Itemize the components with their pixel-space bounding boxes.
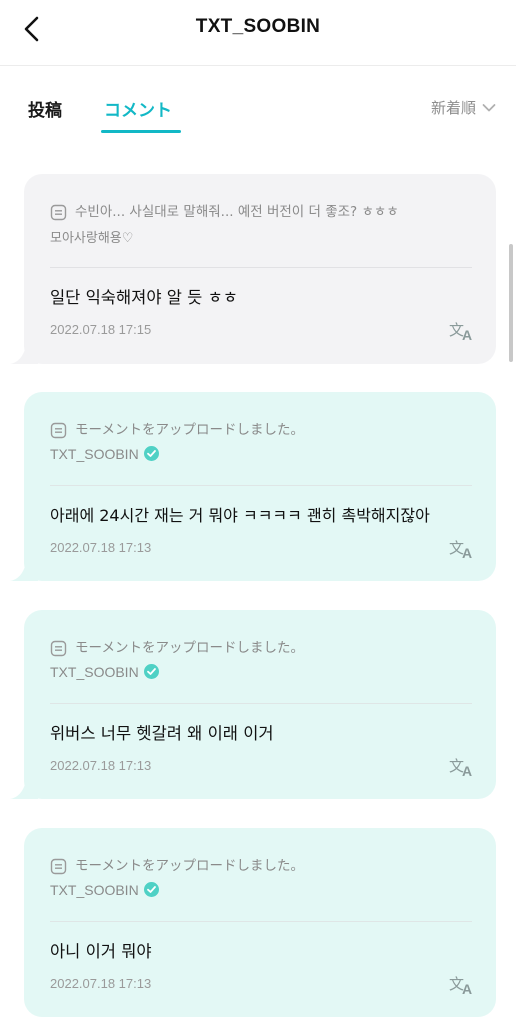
divider xyxy=(50,267,472,268)
page-title: TXT_SOOBIN xyxy=(195,16,321,37)
bubble-tail xyxy=(10,563,38,581)
referenced-post[interactable]: モーメントをアップロードしました。 xyxy=(50,854,472,878)
divider xyxy=(50,921,472,922)
comment-text: 아니 이거 뭐야 xyxy=(50,942,152,961)
bubble-tail xyxy=(10,781,38,799)
referenced-post-text: モーメントをアップロードしました。 xyxy=(75,422,304,438)
post-icon xyxy=(50,640,67,656)
svg-text:A: A xyxy=(462,545,472,560)
tab-comments[interactable]: コメント xyxy=(104,96,172,121)
verified-badge-icon xyxy=(143,664,159,679)
divider xyxy=(50,703,472,704)
comment-card[interactable]: モーメントをアップロードしました。 TXT_SOOBIN 아래에 24시간 재는… xyxy=(10,392,496,581)
referenced-post-text: モーメントをアップロードしました。 xyxy=(75,640,304,656)
svg-text:A: A xyxy=(462,981,472,996)
referenced-post-text: 수빈아... 사실대로 말해줘... 예전 버전이 더 좋조? ㅎㅎㅎ xyxy=(75,204,399,220)
referenced-post[interactable]: モーメントをアップロードしました。 xyxy=(50,418,472,442)
referenced-post-author: TXT_SOOBIN xyxy=(50,445,160,462)
author-name: TXT_SOOBIN xyxy=(50,663,139,680)
referenced-post-author: 모아사랑해용♡ xyxy=(50,227,133,246)
referenced-post-text: モーメントをアップロードしました。 xyxy=(75,858,304,874)
scrollbar[interactable] xyxy=(509,244,513,362)
author-name: TXT_SOOBIN xyxy=(50,881,139,898)
comment-card[interactable]: モーメントをアップロードしました。 TXT_SOOBIN 아니 이거 뭐야 20… xyxy=(24,828,496,1017)
comment-text: 일단 익숙해져야 알 듯 ㅎㅎ xyxy=(50,288,238,307)
post-icon xyxy=(50,422,67,438)
divider xyxy=(50,485,472,486)
translate-icon[interactable]: 文 A xyxy=(448,754,476,778)
translate-icon[interactable]: 文 A xyxy=(448,536,476,560)
tab-bar: 投稿 コメント 新着順 xyxy=(0,66,516,136)
comment-date: 2022.07.18 17:13 xyxy=(50,976,152,991)
active-tab-indicator xyxy=(101,130,181,133)
comment-date: 2022.07.18 17:15 xyxy=(50,322,152,337)
author-name: 모아사랑해용♡ xyxy=(50,231,134,246)
translate-icon[interactable]: 文 A xyxy=(448,972,476,996)
referenced-post[interactable]: モーメントをアップロードしました。 xyxy=(50,636,472,660)
comment-date: 2022.07.18 17:13 xyxy=(50,540,152,555)
comment-card[interactable]: 수빈아... 사실대로 말해줘... 예전 버전이 더 좋조? ㅎㅎㅎ 모아사랑… xyxy=(10,174,496,364)
comment-date: 2022.07.18 17:13 xyxy=(50,758,152,773)
sort-label: 新着順 xyxy=(430,99,476,117)
referenced-post[interactable]: 수빈아... 사실대로 말해줘... 예전 버전이 더 좋조? ㅎㅎㅎ xyxy=(50,200,472,224)
sort-dropdown[interactable]: 新着順 xyxy=(431,97,496,118)
verified-badge-icon xyxy=(143,446,159,461)
tab-posts[interactable]: 投稿 xyxy=(28,96,62,121)
referenced-post-author: TXT_SOOBIN xyxy=(50,663,160,680)
chevron-down-icon xyxy=(482,103,496,111)
bubble-tail xyxy=(10,346,38,364)
author-name: TXT_SOOBIN xyxy=(50,445,139,462)
translate-icon[interactable]: 文 A xyxy=(448,318,476,342)
verified-badge-icon xyxy=(143,882,159,897)
referenced-post-author: TXT_SOOBIN xyxy=(50,881,160,898)
comment-card[interactable]: モーメントをアップロードしました。 TXT_SOOBIN 위버스 너무 헷갈려 … xyxy=(10,610,496,799)
post-icon xyxy=(50,204,67,220)
svg-text:A: A xyxy=(462,327,472,342)
svg-text:A: A xyxy=(462,763,472,778)
comment-text: 위버스 너무 헷갈려 왜 이래 이거 xyxy=(50,724,274,743)
comment-text: 아래에 24시간 재는 거 뭐야 ㅋㅋㅋㅋ 괜히 촉박해지잖아 xyxy=(50,506,430,525)
post-icon xyxy=(50,858,67,874)
top-bar: TXT_SOOBIN xyxy=(0,0,516,66)
